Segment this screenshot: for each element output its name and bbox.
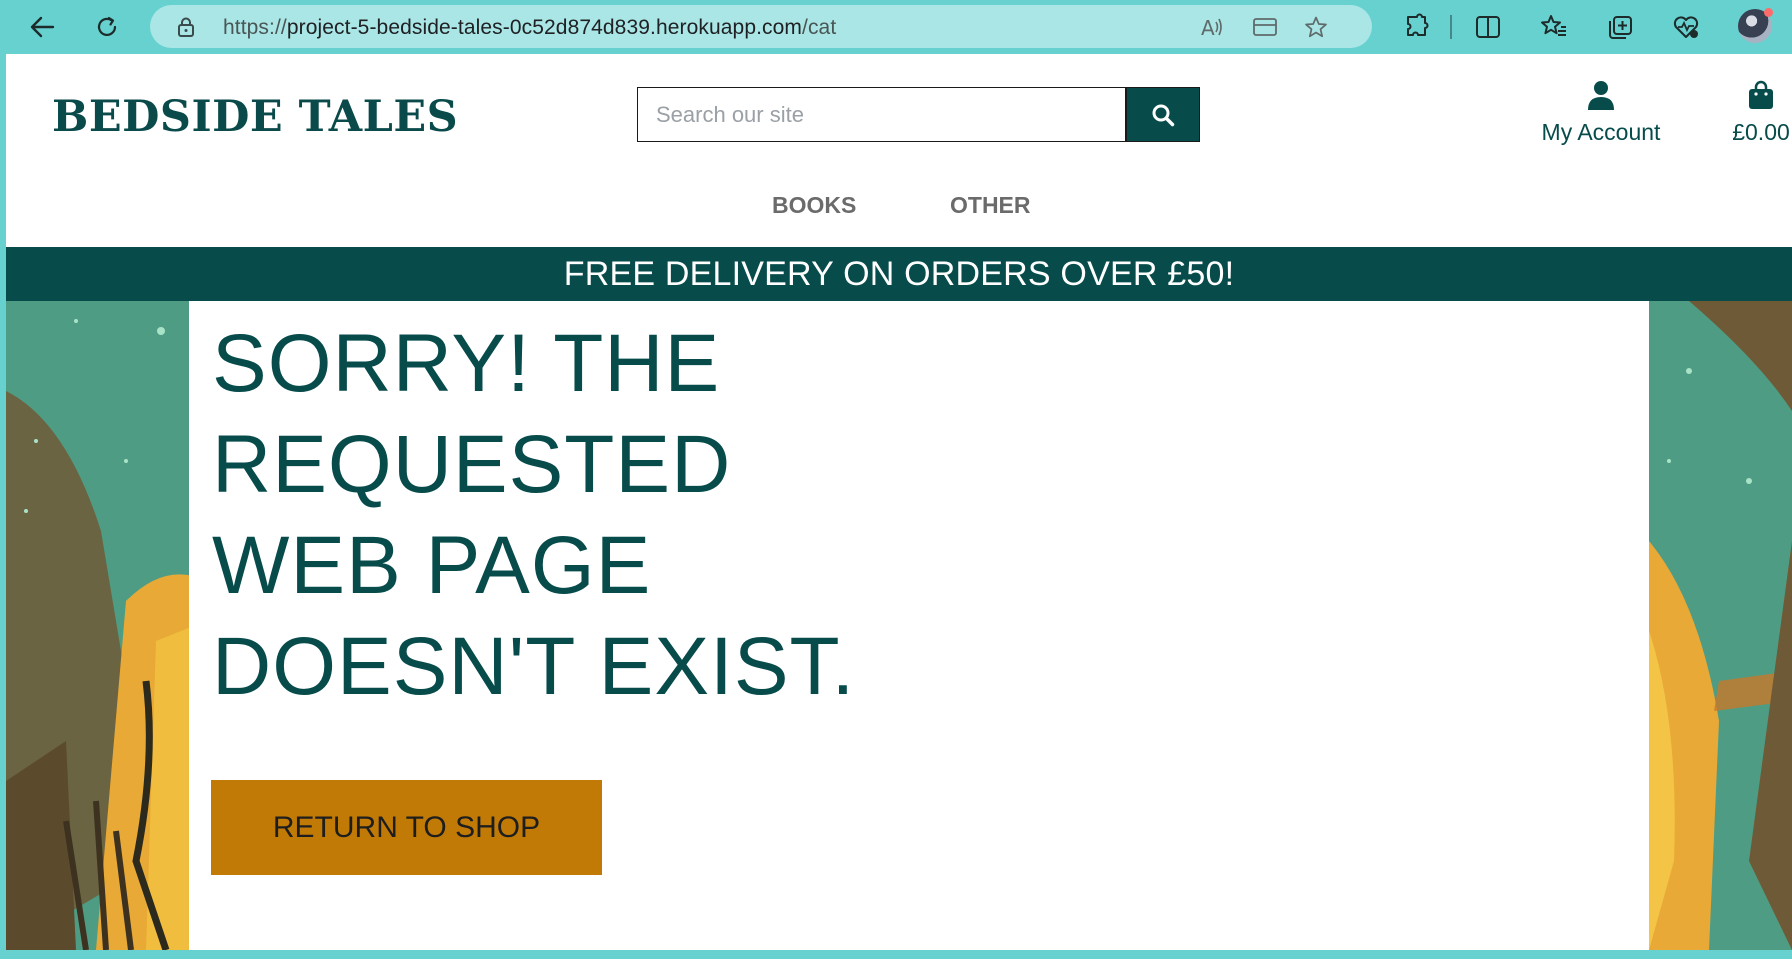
- browser-toolbar: https://project-5-bedside-tales-0c52d874…: [0, 0, 1792, 54]
- shopping-bag-link[interactable]: £0.00: [1721, 80, 1792, 146]
- page-viewport: BEDSIDE TALES My Account £0.00 BOOKS OTH…: [6, 54, 1792, 950]
- search-button[interactable]: [1126, 87, 1200, 142]
- shopping-bag-icon: [1749, 80, 1773, 109]
- address-bar[interactable]: https://project-5-bedside-tales-0c52d874…: [150, 5, 1372, 48]
- bag-total: £0.00: [1732, 119, 1790, 145]
- return-to-shop-button[interactable]: RETURN TO SHOP: [211, 780, 602, 875]
- favorites-icon[interactable]: [1540, 13, 1568, 41]
- toolbar-divider: [1450, 15, 1452, 39]
- hero-background: SORRY! THE REQUESTED WEB PAGE DOESN'T EX…: [6, 301, 1792, 950]
- delivery-banner-text: FREE DELIVERY ON ORDERS OVER £50!: [563, 254, 1235, 293]
- delivery-banner: FREE DELIVERY ON ORDERS OVER £50!: [6, 247, 1792, 301]
- split-screen-icon[interactable]: [1474, 13, 1502, 41]
- url-text[interactable]: https://project-5-bedside-tales-0c52d874…: [223, 16, 836, 40]
- error-title: SORRY! THE REQUESTED WEB PAGE DOESN'T EX…: [212, 318, 856, 712]
- my-account-link[interactable]: My Account: [1526, 80, 1676, 146]
- background-illustration-left: [6, 301, 206, 950]
- site-logo[interactable]: BEDSIDE TALES: [52, 92, 458, 142]
- collections-icon[interactable]: [1606, 13, 1634, 41]
- error-content-panel: SORRY! THE REQUESTED WEB PAGE DOESN'T EX…: [189, 301, 1649, 950]
- svg-text:A: A: [1201, 16, 1215, 38]
- background-illustration-right: [1649, 301, 1792, 950]
- favorite-star-icon[interactable]: [1304, 16, 1328, 38]
- browser-essentials-icon[interactable]: [1672, 13, 1700, 41]
- main-nav: BOOKS OTHER: [6, 186, 1792, 226]
- search-icon: [1152, 104, 1175, 126]
- my-account-label: My Account: [1541, 119, 1661, 145]
- nav-item-other[interactable]: OTHER: [950, 192, 1031, 219]
- search-input[interactable]: [638, 88, 1125, 141]
- site-header: BEDSIDE TALES My Account £0.00 BOOKS OTH…: [6, 54, 1792, 247]
- immersive-reader-icon[interactable]: [1253, 16, 1277, 38]
- url-path: /cat: [802, 16, 837, 39]
- read-aloud-icon[interactable]: A: [1200, 16, 1224, 38]
- search-form: [637, 87, 1126, 142]
- url-host: project-5-bedside-tales-0c52d874d839.her…: [286, 16, 803, 39]
- refresh-icon[interactable]: [89, 9, 125, 45]
- notification-dot: [1764, 8, 1773, 17]
- url-scheme: https://: [223, 16, 287, 39]
- lock-icon[interactable]: [176, 17, 196, 37]
- extensions-icon[interactable]: [1403, 13, 1431, 41]
- user-icon: [1588, 81, 1614, 110]
- nav-item-books[interactable]: BOOKS: [772, 192, 856, 219]
- back-icon[interactable]: [24, 9, 60, 45]
